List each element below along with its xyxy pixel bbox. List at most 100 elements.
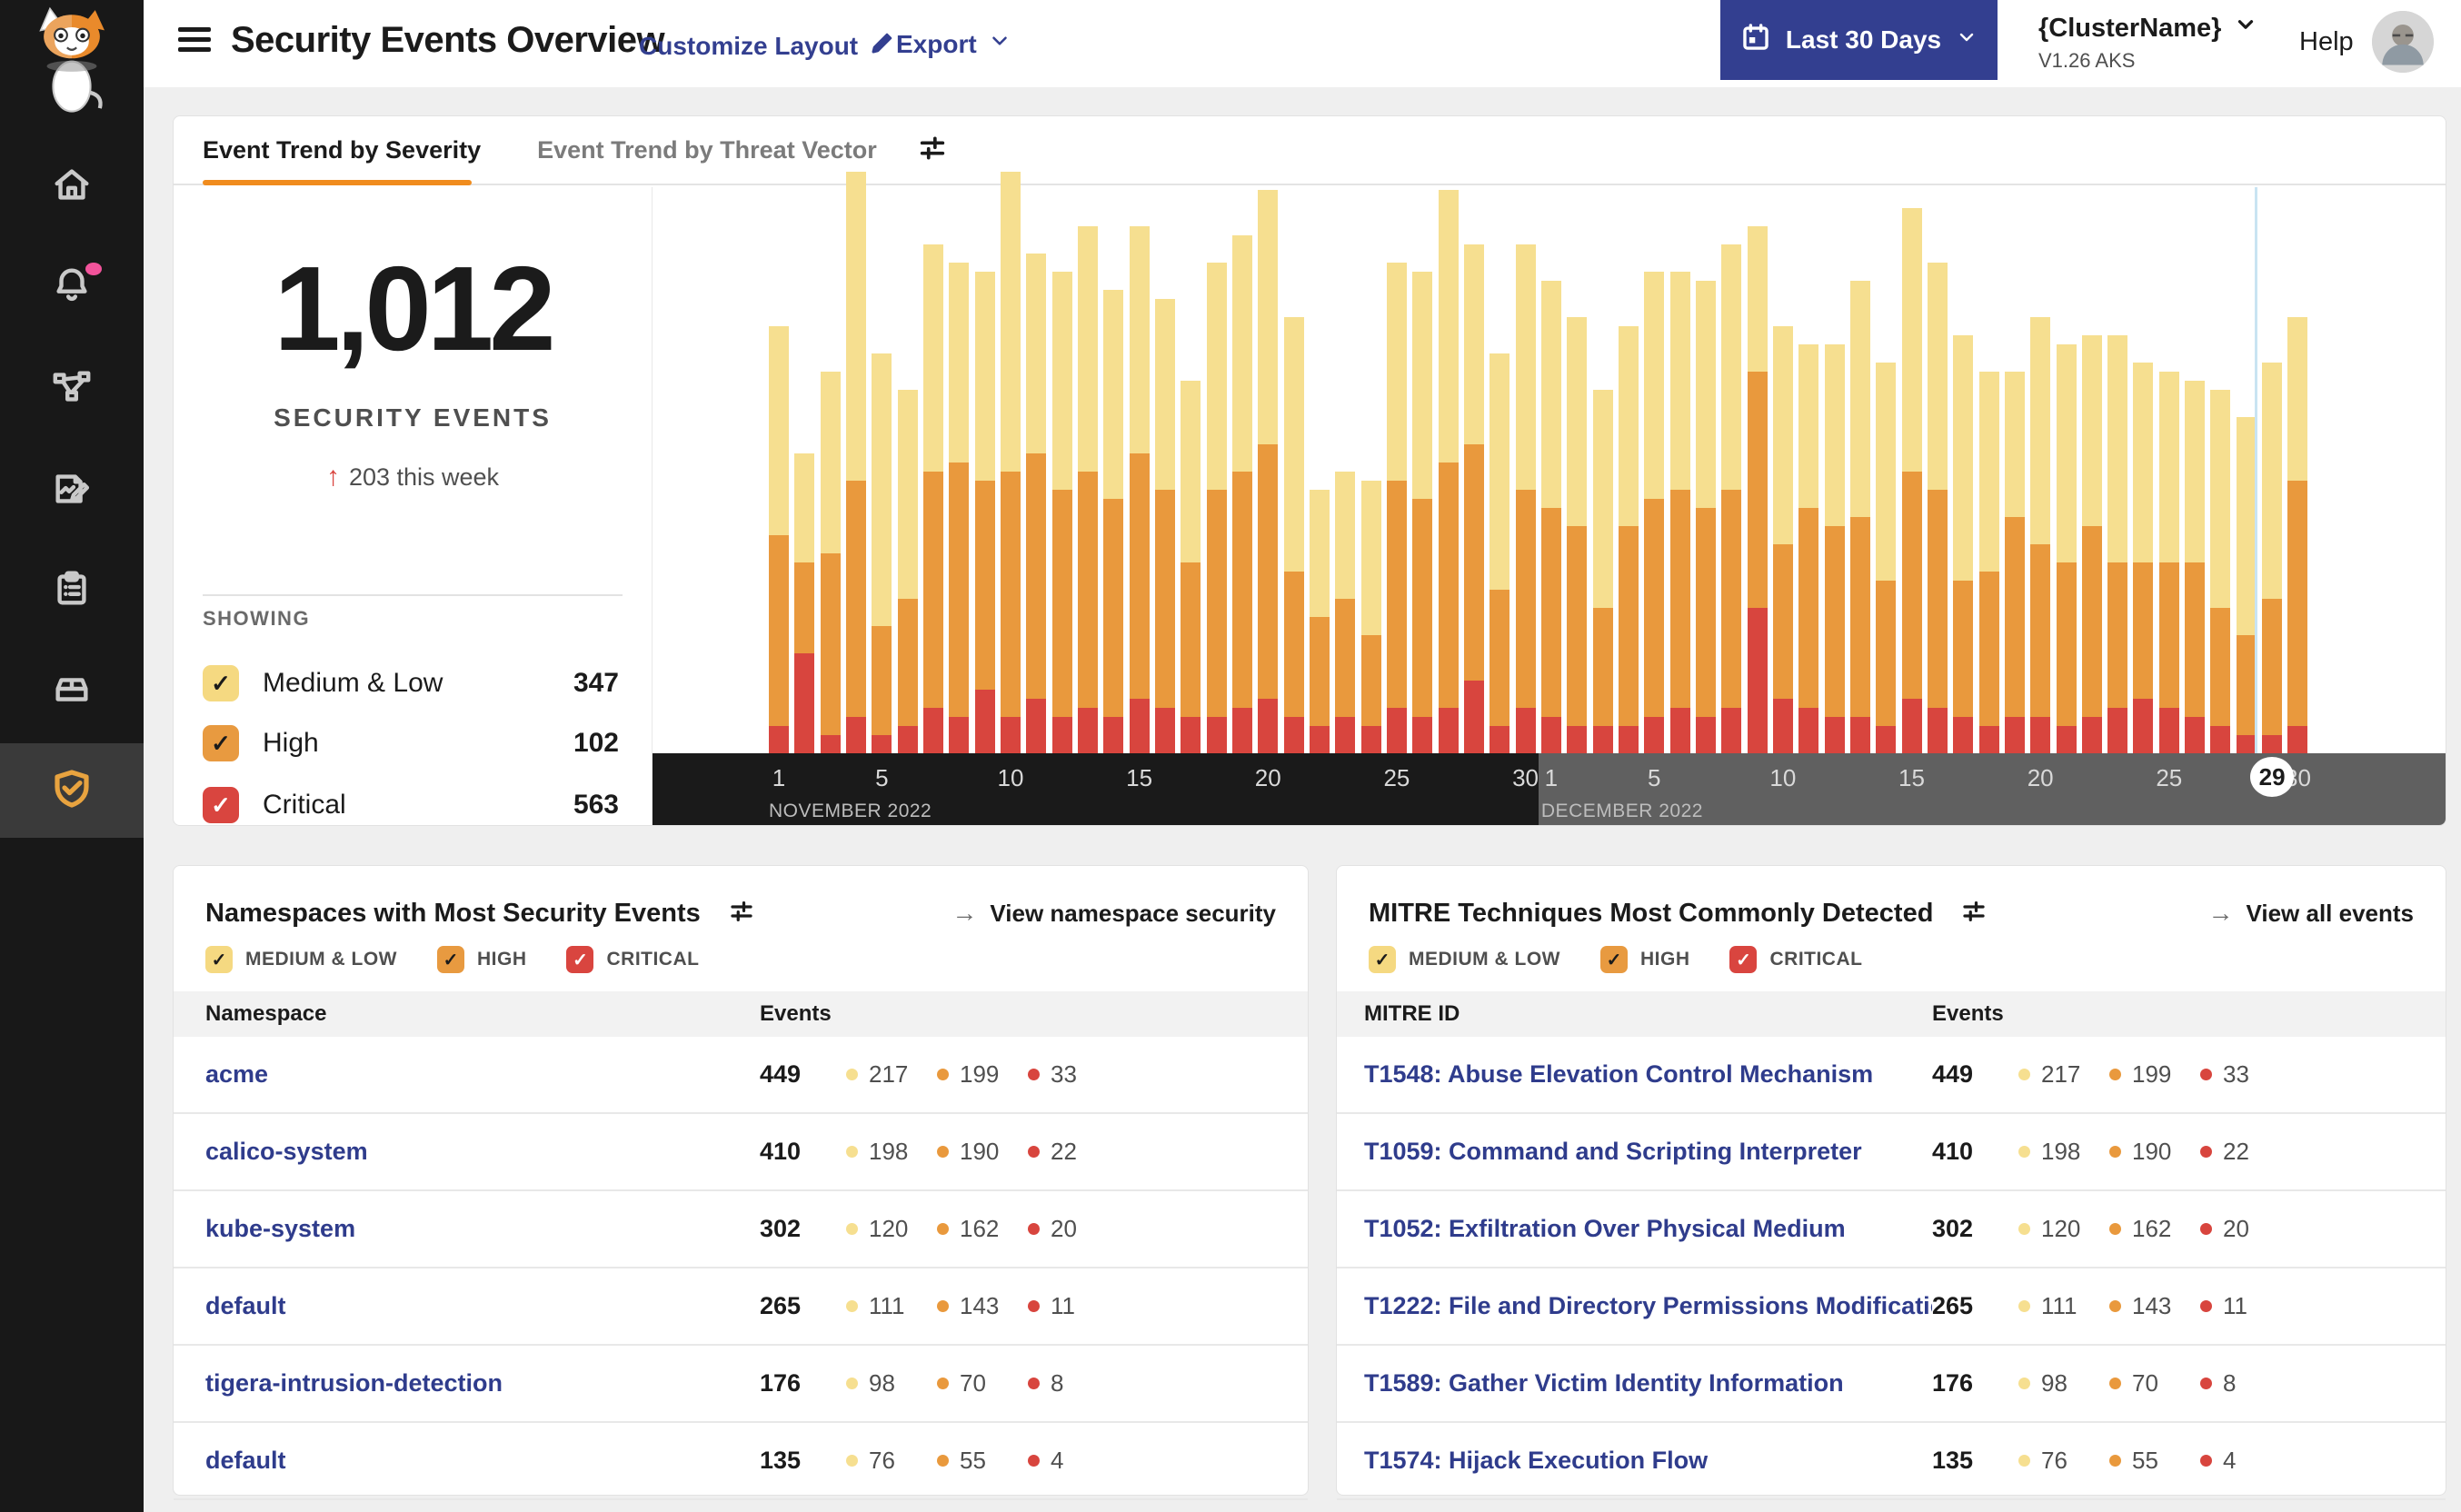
tab-event-trend-by-severity[interactable]: Event Trend by Severity (203, 136, 481, 164)
stacked-bar-day-36[interactable] (1669, 272, 1690, 753)
stacked-bar-day-44[interactable] (1876, 363, 1897, 753)
stacked-bar-day-32[interactable] (1567, 317, 1588, 753)
stacked-bar-day-35[interactable] (1644, 272, 1665, 753)
stacked-bar-day-47[interactable] (1953, 335, 1974, 753)
sidebar-item-network[interactable] (0, 342, 144, 436)
mitre-technique-link[interactable]: T1222: File and Directory Permissions Mo… (1364, 1292, 1932, 1320)
filter-high[interactable]: ✓ HIGH (1599, 946, 1690, 973)
filter-critical[interactable]: ✓ CRITICAL (566, 946, 699, 973)
stacked-bar-day-34[interactable] (1618, 326, 1639, 753)
stacked-bar-day-28[interactable] (1463, 244, 1484, 753)
stacked-bar-day-49[interactable] (2004, 372, 2025, 753)
stacked-bar-day-8[interactable] (949, 263, 970, 753)
mitre-technique-link[interactable]: T1589: Gather Victim Identity Informatio… (1364, 1369, 1932, 1398)
chart-settings-icon[interactable] (917, 133, 948, 168)
filter-critical[interactable]: ✓ CRITICAL (1729, 946, 1862, 973)
critical-checkbox[interactable]: ✓ (203, 787, 239, 823)
menu-toggle-button[interactable] (178, 27, 211, 56)
filter-high[interactable]: ✓ HIGH (436, 946, 527, 973)
critical-checkbox[interactable]: ✓ (566, 946, 594, 973)
filter-medium[interactable]: ✓ MEDIUM & LOW (1369, 946, 1560, 973)
sidebar-item-home[interactable] (0, 139, 144, 234)
stacked-bar-day-60[interactable] (2287, 317, 2308, 753)
stacked-bar-day-20[interactable] (1258, 190, 1279, 753)
stacked-bar-day-13[interactable] (1077, 226, 1098, 753)
cluster-selector[interactable]: {ClusterName} V1.26 AKS (2038, 13, 2257, 73)
mitre-technique-link[interactable]: T1052: Exfiltration Over Physical Medium (1364, 1215, 1932, 1243)
user-avatar[interactable] (2372, 11, 2434, 73)
stacked-bar-day-33[interactable] (1592, 390, 1613, 753)
mitre-technique-link[interactable]: T1548: Abuse Elevation Control Mechanism (1364, 1060, 1932, 1089)
stacked-bar-day-56[interactable] (2185, 381, 2206, 753)
customize-layout-button[interactable]: Customize Layout (639, 29, 896, 63)
stacked-bar-day-18[interactable] (1206, 263, 1227, 753)
stacked-bar-day-15[interactable] (1129, 226, 1150, 753)
high-checkbox[interactable]: ✓ (203, 725, 239, 761)
stacked-bar-day-51[interactable] (2056, 344, 2077, 753)
critical-checkbox[interactable]: ✓ (1729, 946, 1758, 973)
stacked-bar-day-40[interactable] (1772, 326, 1793, 753)
stacked-bar-day-29[interactable] (1490, 353, 1510, 753)
filter-medium[interactable]: ✓ MEDIUM & LOW (205, 946, 397, 973)
high-checkbox[interactable]: ✓ (1599, 946, 1628, 973)
help-link[interactable]: Help (2299, 27, 2354, 57)
tab-event-trend-by-threat-vector[interactable]: Event Trend by Threat Vector (537, 136, 877, 164)
stacked-bar-day-16[interactable] (1154, 299, 1175, 753)
stacked-bar-day-4[interactable] (845, 172, 866, 753)
mitre-technique-link[interactable]: T1574: Hijack Execution Flow (1364, 1447, 1932, 1475)
stacked-bar-day-14[interactable] (1103, 290, 1124, 753)
stacked-bar-day-46[interactable] (1927, 263, 1948, 753)
stacked-bar-day-26[interactable] (1412, 272, 1433, 753)
mitre-technique-link[interactable]: T1059: Command and Scripting Interpreter (1364, 1138, 1932, 1166)
export-button[interactable]: Export (896, 29, 1011, 59)
stacked-bar-day-22[interactable] (1309, 490, 1330, 753)
stacked-bar-day-3[interactable] (820, 372, 841, 753)
stacked-bar-day-25[interactable] (1386, 263, 1407, 753)
stacked-bar-day-7[interactable] (922, 244, 943, 753)
sidebar-item-policies[interactable] (0, 443, 144, 538)
stacked-bar-day-30[interactable] (1515, 244, 1536, 753)
stacked-bar-day-59[interactable] (2262, 363, 2283, 753)
view-namespace-security-link[interactable]: → View namespace security (952, 899, 1276, 928)
stacked-bar-day-43[interactable] (1849, 281, 1870, 753)
sidebar-item-compliance[interactable] (0, 543, 144, 638)
stacked-bar-day-42[interactable] (1824, 344, 1845, 753)
stacked-bar-day-10[interactable] (1000, 172, 1021, 753)
stacked-bar-day-39[interactable] (1747, 226, 1768, 753)
stacked-bar-day-21[interactable] (1283, 317, 1304, 753)
sidebar-item-workloads[interactable] (0, 643, 144, 738)
stacked-bar-day-6[interactable] (897, 390, 918, 753)
view-all-events-link[interactable]: → View all events (2207, 899, 2414, 928)
stacked-bar-day-45[interactable] (1901, 208, 1922, 753)
date-range-selector[interactable]: Last 30 Days (1720, 0, 1998, 80)
stacked-bar-day-23[interactable] (1335, 472, 1356, 753)
stacked-bar-day-24[interactable] (1360, 481, 1381, 753)
stacked-bar-day-12[interactable] (1051, 272, 1072, 753)
sidebar-item-alerts[interactable] (0, 239, 144, 333)
stacked-bar-day-58[interactable] (2236, 417, 2257, 753)
stacked-bar-day-48[interactable] (1978, 372, 1999, 753)
stacked-bar-day-55[interactable] (2158, 372, 2179, 753)
stacked-bar-day-52[interactable] (2081, 335, 2102, 753)
selected-day-badge[interactable]: 29 (2250, 757, 2295, 797)
medium-checkbox[interactable]: ✓ (203, 665, 239, 701)
stacked-bar-day-27[interactable] (1438, 190, 1459, 753)
stacked-bar-day-1[interactable] (769, 326, 789, 753)
stacked-bar-day-17[interactable] (1181, 381, 1201, 753)
namespace-link[interactable]: kube-system (205, 1215, 760, 1243)
stacked-bar-day-5[interactable] (872, 353, 892, 753)
sidebar-item-threat-defense[interactable] (0, 743, 144, 838)
high-checkbox[interactable]: ✓ (436, 946, 464, 973)
namespace-link[interactable]: default (205, 1292, 760, 1320)
stacked-bar-day-9[interactable] (974, 272, 995, 753)
stacked-bar-day-54[interactable] (2133, 363, 2154, 753)
namespace-link[interactable]: calico-system (205, 1138, 760, 1166)
namespace-link[interactable]: tigera-intrusion-detection (205, 1369, 760, 1398)
stacked-bar-day-11[interactable] (1026, 254, 1047, 753)
stacked-bar-day-38[interactable] (1721, 244, 1742, 753)
axis-month-november[interactable]: 1 5 10 15 20 25 30 NOVEMBER 2022 (653, 753, 1539, 825)
stacked-bar-day-37[interactable] (1695, 281, 1716, 753)
stacked-bar-day-57[interactable] (2210, 390, 2231, 753)
medium-checkbox[interactable]: ✓ (205, 946, 233, 973)
namespaces-settings-icon[interactable] (728, 898, 755, 930)
